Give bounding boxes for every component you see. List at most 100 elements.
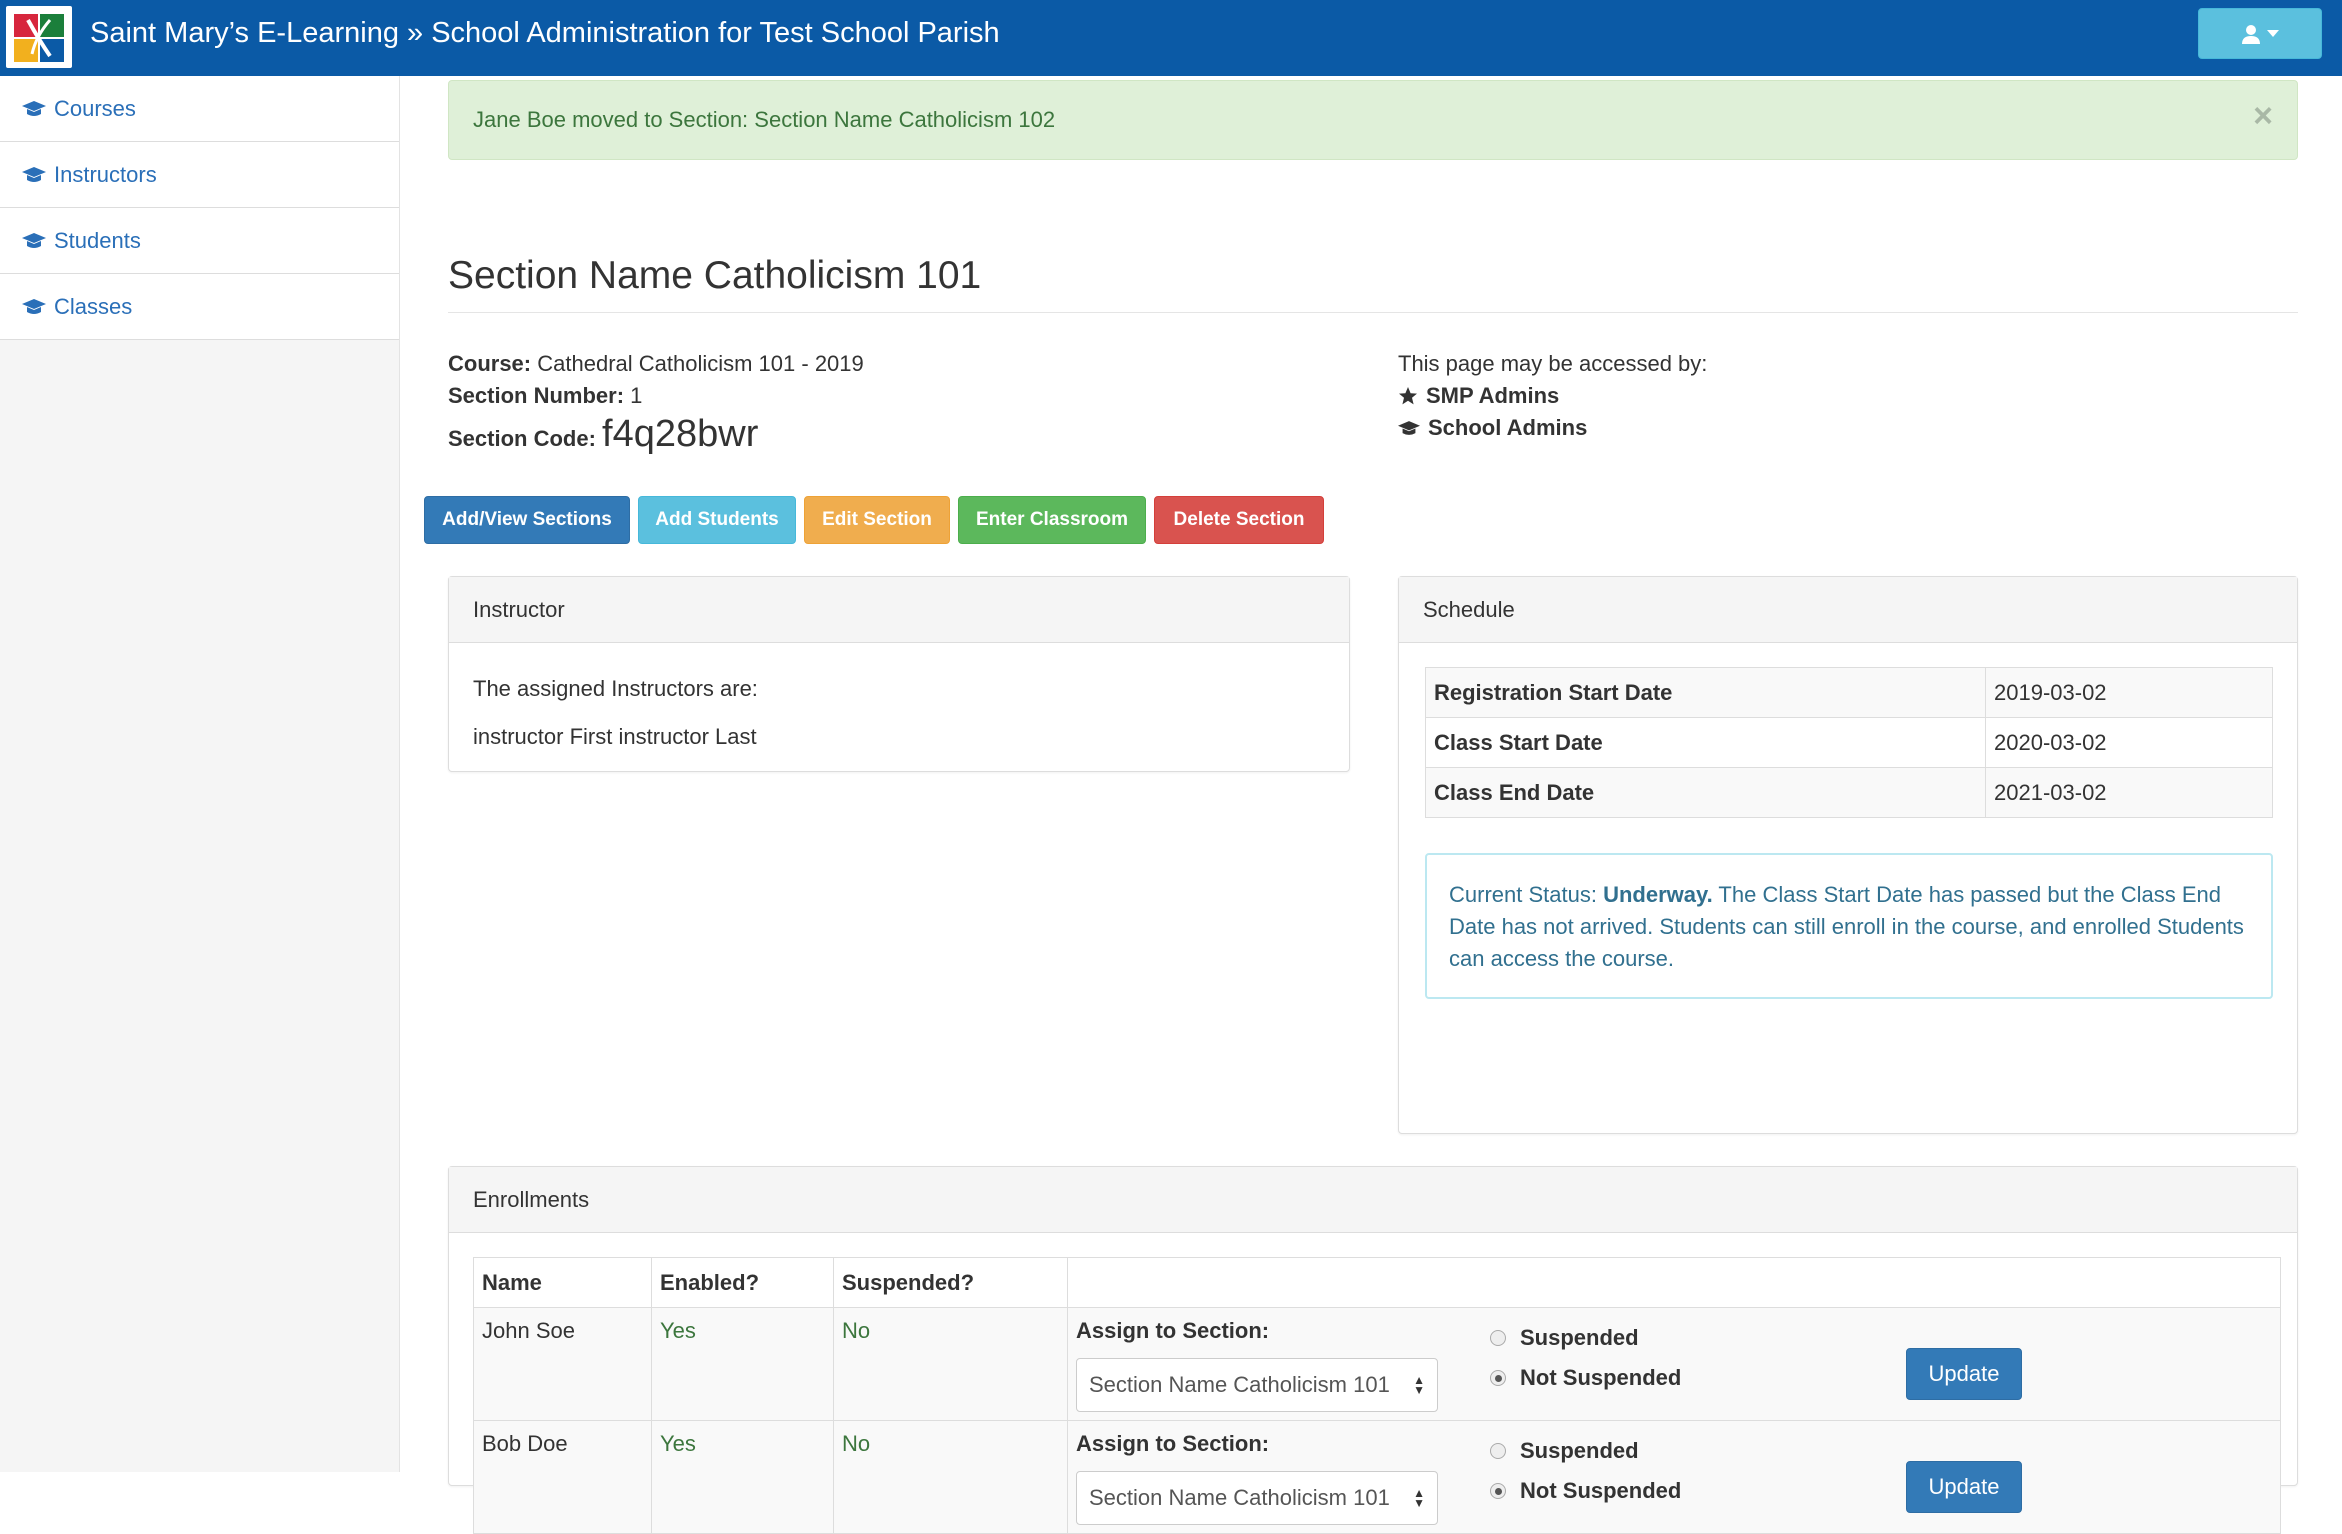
section-info: Course: Cathedral Catholicism 101 - 2019… — [448, 348, 864, 455]
section-code-value: f4q28bwr — [602, 413, 759, 455]
role-smp-admins: SMP Admins — [1398, 380, 1707, 412]
radio-suspended[interactable] — [1490, 1443, 1506, 1459]
sidebar-item-label: Students — [54, 227, 141, 253]
table-row: Registration Start Date 2019-03-02 — [1425, 667, 2273, 718]
schedule-value: 2021-03-02 — [1985, 767, 2273, 818]
schedule-label: Registration Start Date — [1425, 667, 1986, 718]
panel-title: Instructor — [449, 577, 1349, 643]
radio-label: Not Suspended — [1520, 1365, 1682, 1390]
radio-label: Not Suspended — [1520, 1478, 1682, 1503]
graduation-cap-icon — [22, 100, 46, 116]
course-value: Cathedral Catholicism 101 - 2019 — [537, 351, 864, 376]
radio-not-suspended[interactable] — [1490, 1370, 1506, 1386]
status-box: Current Status: Underway. The Class Star… — [1425, 853, 2273, 999]
graduation-cap-icon — [22, 166, 46, 182]
panel-title: Enrollments — [449, 1167, 2297, 1233]
role-label: SMP Admins — [1426, 383, 1560, 408]
not-suspended-option[interactable]: Not Suspended — [1490, 1471, 1681, 1511]
section-action-buttons: Add/View Sections Add Students Edit Sect… — [424, 496, 1324, 544]
star-icon — [1399, 387, 1417, 405]
column-header-actions — [1067, 1257, 2281, 1308]
table-row: Bob Doe Yes No Assign to Section: Sectio… — [473, 1420, 2281, 1534]
sidebar-item-instructors[interactable]: Instructors — [0, 142, 399, 208]
edit-section-button[interactable]: Edit Section — [804, 496, 950, 544]
row-actions: Assign to Section: Section Name Catholic… — [1067, 1307, 2281, 1421]
radio-suspended[interactable] — [1490, 1330, 1506, 1346]
instructor-name: instructor First instructor Last — [473, 724, 757, 749]
student-name: Bob Doe — [473, 1420, 652, 1534]
enabled-value: Yes — [651, 1420, 834, 1534]
saint-marys-logo[interactable] — [6, 6, 72, 68]
enter-classroom-button[interactable]: Enter Classroom — [958, 496, 1146, 544]
column-header-enabled: Enabled? — [651, 1257, 834, 1308]
suspended-option[interactable]: Suspended — [1490, 1318, 1681, 1358]
section-select[interactable]: Section Name Catholicism 101 ▲ ▼ — [1076, 1358, 1438, 1412]
title-divider — [448, 312, 2298, 313]
update-button[interactable]: Update — [1906, 1348, 2022, 1400]
main-content: Jane Boe moved to Section: Section Name … — [400, 76, 2342, 1534]
row-actions: Assign to Section: Section Name Catholic… — [1067, 1420, 2281, 1534]
enrollments-panel: Enrollments Name Enabled? Suspended? Joh… — [448, 1166, 2298, 1534]
section-number-label: Section Number: — [448, 383, 625, 408]
enrollments-table: Name Enabled? Suspended? John Soe Yes No… — [473, 1257, 2281, 1534]
graduation-cap-icon — [22, 232, 46, 248]
success-alert: Jane Boe moved to Section: Section Name … — [448, 80, 2298, 160]
close-icon[interactable]: × — [2253, 99, 2273, 133]
delete-section-button[interactable]: Delete Section — [1154, 496, 1324, 544]
role-label: School Admins — [1428, 415, 1588, 440]
select-value: Section Name Catholicism 101 — [1089, 1372, 1390, 1397]
user-menu-button[interactable] — [2198, 8, 2322, 59]
table-row: Class End Date 2021-03-02 — [1425, 767, 2273, 818]
enabled-value: Yes — [651, 1307, 834, 1421]
course-label: Course: — [448, 351, 532, 376]
sidebar-item-students[interactable]: Students — [0, 208, 399, 274]
schedule-table: Registration Start Date 2019-03-02 Class … — [1425, 667, 2273, 818]
brand-title[interactable]: Saint Mary’s E-Learning » School Adminis… — [90, 0, 1000, 66]
column-header-name: Name — [473, 1257, 652, 1308]
section-select[interactable]: Section Name Catholicism 101 ▲ ▼ — [1076, 1471, 1438, 1525]
user-icon — [2242, 24, 2260, 44]
suspension-radio-group: Suspended Not Suspended — [1490, 1431, 1681, 1511]
schedule-value: 2020-03-02 — [1985, 717, 2273, 768]
status-value: Underway. — [1603, 882, 1713, 907]
column-header-suspended: Suspended? — [833, 1257, 1068, 1308]
schedule-label: Class Start Date — [1425, 717, 1986, 768]
sidebar-item-classes[interactable]: Classes — [0, 274, 399, 340]
suspended-option[interactable]: Suspended — [1490, 1431, 1681, 1471]
access-info: This page may be accessed by: SMP Admins… — [1398, 348, 1707, 444]
sidebar-item-label: Classes — [54, 293, 133, 319]
graduation-cap-icon — [22, 298, 46, 314]
add-students-button[interactable]: Add Students — [638, 496, 796, 544]
sidebar-item-label: Instructors — [54, 161, 157, 187]
table-header-row: Name Enabled? Suspended? — [473, 1257, 2281, 1308]
sidebar: Courses Instructors Students Classes — [0, 76, 400, 1472]
status-prefix: Current Status: — [1449, 882, 1597, 907]
section-code-label: Section Code: — [448, 426, 596, 451]
select-value: Section Name Catholicism 101 — [1089, 1485, 1390, 1510]
schedule-label: Class End Date — [1425, 767, 1986, 818]
radio-label: Suspended — [1520, 1438, 1639, 1463]
panel-title: Schedule — [1399, 577, 2297, 643]
sidebar-item-label: Courses — [54, 95, 136, 121]
radio-not-suspended[interactable] — [1490, 1483, 1506, 1499]
add-view-sections-button[interactable]: Add/View Sections — [424, 496, 630, 544]
graduation-cap-icon — [1398, 420, 1420, 435]
suspension-radio-group: Suspended Not Suspended — [1490, 1318, 1681, 1398]
schedule-value: 2019-03-02 — [1985, 667, 2273, 718]
access-text: This page may be accessed by: — [1398, 351, 1708, 376]
select-arrows-icon: ▲ ▼ — [1413, 1486, 1425, 1510]
role-school-admins: School Admins — [1398, 412, 1707, 444]
update-button[interactable]: Update — [1906, 1461, 2022, 1513]
section-number-value: 1 — [630, 383, 643, 408]
not-suspended-option[interactable]: Not Suspended — [1490, 1358, 1681, 1398]
page-title: Section Name Catholicism 101 — [448, 254, 982, 297]
sidebar-item-courses[interactable]: Courses — [0, 76, 399, 142]
instructor-panel: Instructor The assigned Instructors are:… — [448, 576, 1350, 772]
student-name: John Soe — [473, 1307, 652, 1421]
suspended-value: No — [833, 1307, 1068, 1421]
table-row: Class Start Date 2020-03-02 — [1425, 717, 2273, 768]
radio-label: Suspended — [1520, 1325, 1639, 1350]
caret-down-icon — [2267, 29, 2279, 37]
alert-message: Jane Boe moved to Section: Section Name … — [473, 107, 1056, 132]
select-arrows-icon: ▲ ▼ — [1413, 1373, 1425, 1397]
